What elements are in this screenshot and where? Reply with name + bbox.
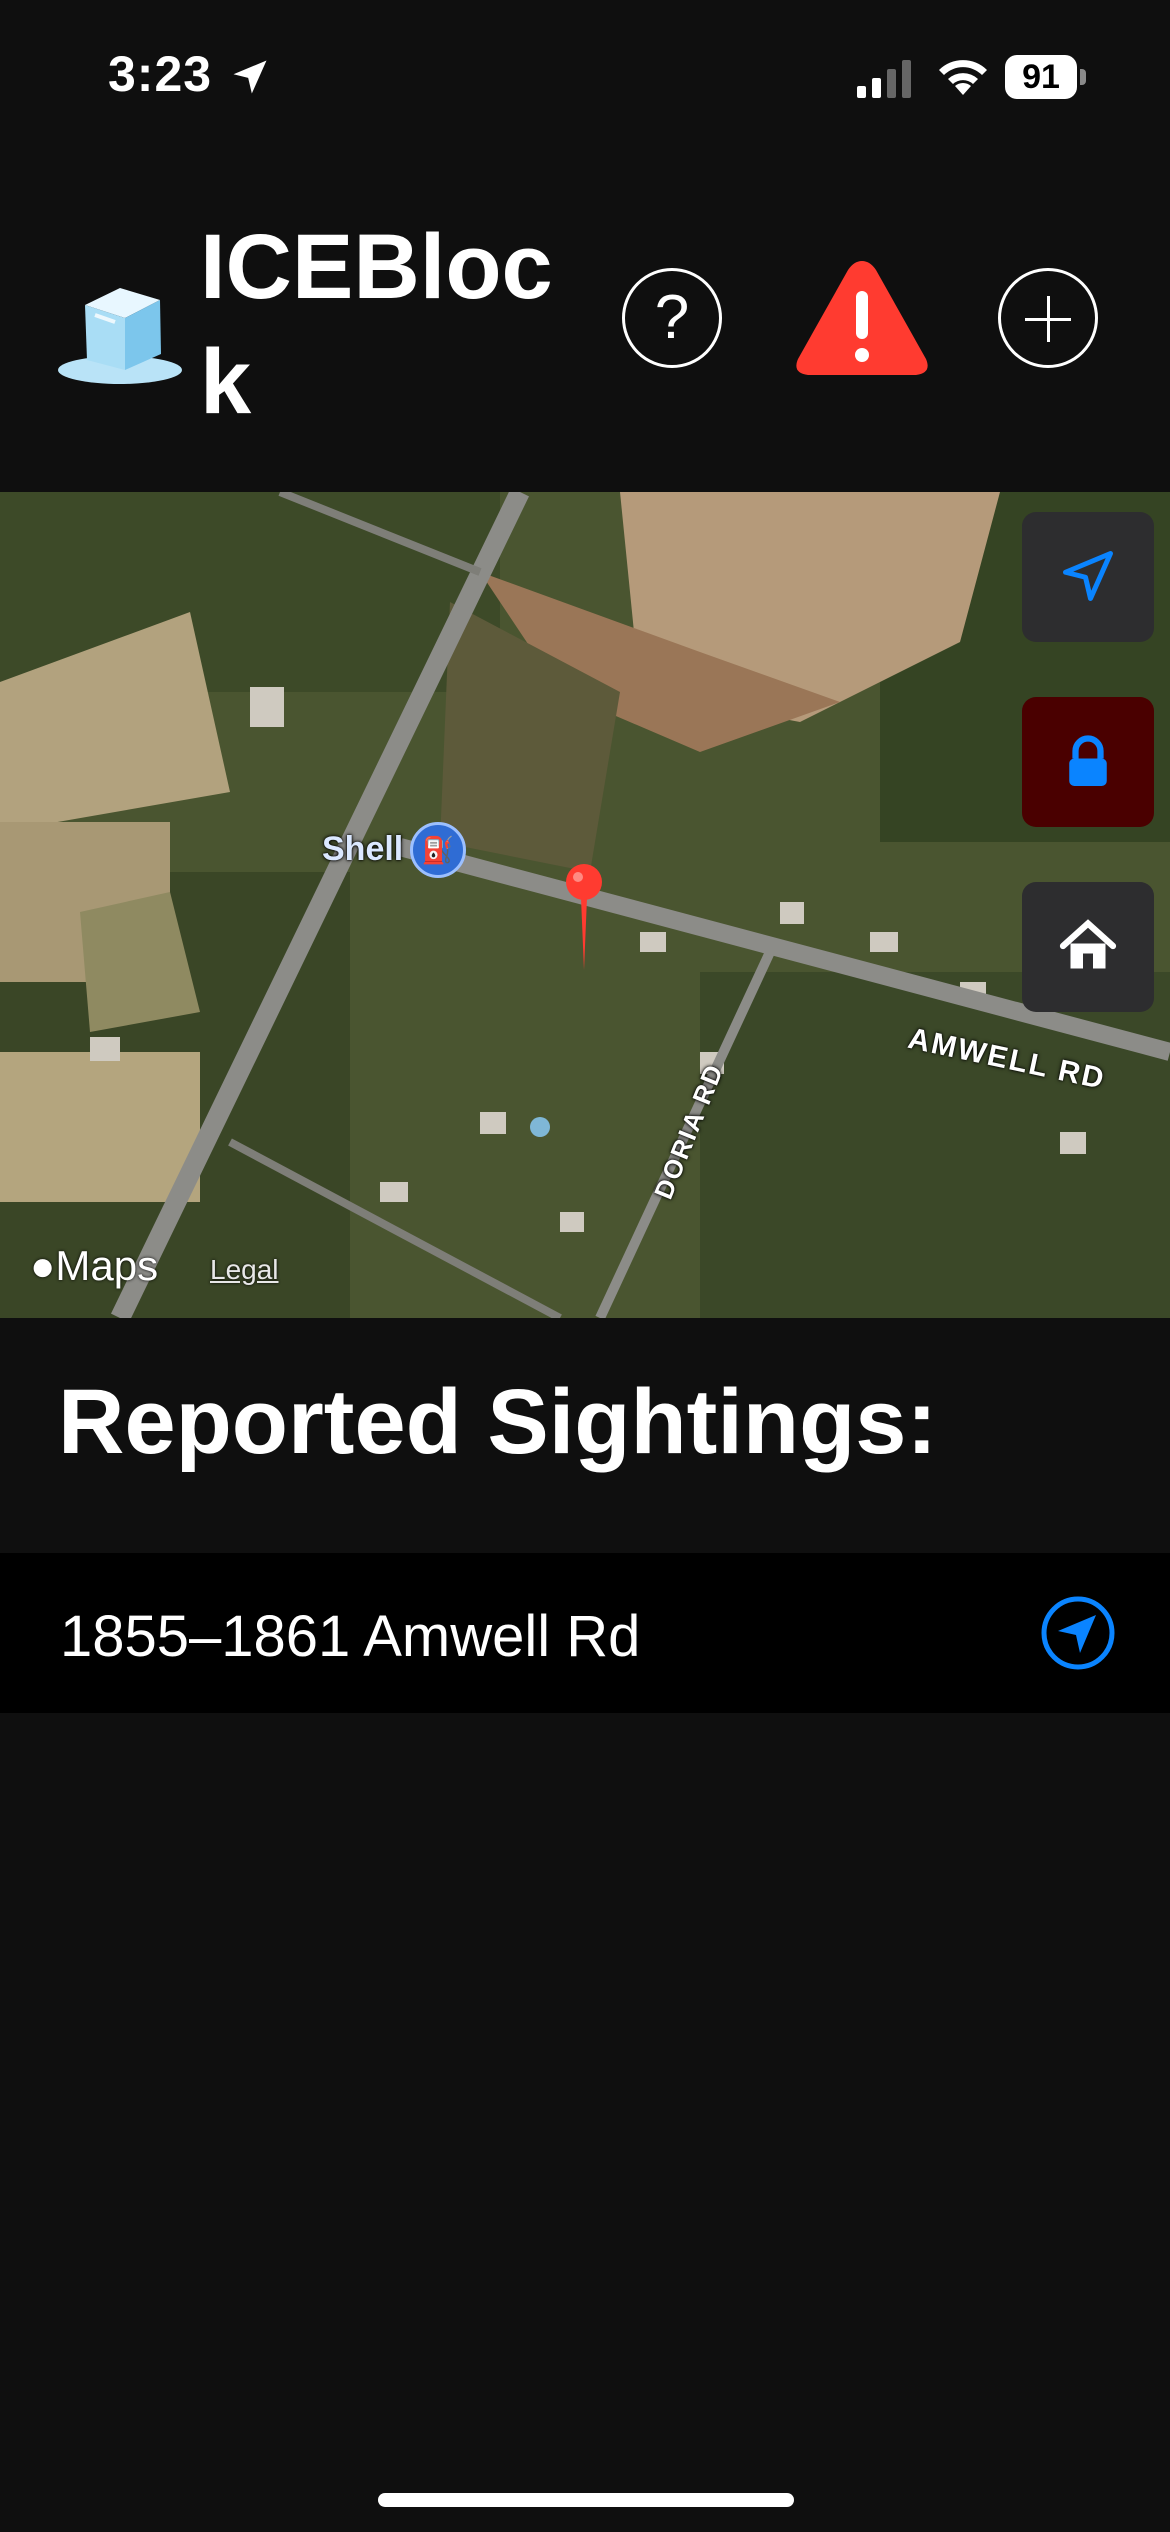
status-time: 3:23 [108,46,213,102]
map-pin-icon[interactable] [560,862,608,972]
location-arrow-icon [233,60,267,94]
home-indicator[interactable] [378,2493,794,2507]
report-alert-button[interactable] [792,255,932,381]
apple-logo-icon: ● [30,1242,56,1289]
app-title: ICEBlock [200,216,553,433]
help-button[interactable]: ? [622,268,722,368]
navigation-circle-icon[interactable] [1040,1595,1116,1671]
add-button[interactable] [998,268,1098,368]
status-bar: 3:23 91 [0,0,1170,150]
battery-indicator: 91 [1005,55,1086,99]
house-icon [1059,919,1117,969]
sighting-address: 1855–1861 Amwell Rd [60,1604,641,1669]
locate-me-button[interactable] [1022,512,1154,642]
question-circle-icon: ? [654,283,690,352]
sighting-list-item[interactable]: 1855–1861 Amwell Rd [0,1553,1170,1713]
maps-logo: ●Maps [30,1242,159,1289]
app-header: ICEBlock ? [0,150,1170,490]
home-button[interactable] [1022,882,1154,1012]
map-view[interactable]: Shell ⛽ AMWELL RD DORIA RD ●Maps Legal [0,492,1170,1318]
legal-link[interactable]: Legal [210,1254,279,1286]
poi-label: Shell [322,830,404,868]
wifi-icon [939,60,987,95]
cellular-signal-icon [857,60,911,98]
section-title: Reported Sightings: [58,1371,938,1473]
lock-icon [1069,735,1107,786]
location-arrow-icon [1063,551,1113,601]
battery-level: 91 [1022,58,1060,96]
lock-map-button[interactable] [1022,697,1154,827]
ice-cube-icon [58,288,182,384]
fuel-pump-icon[interactable]: ⛽ [410,822,466,878]
